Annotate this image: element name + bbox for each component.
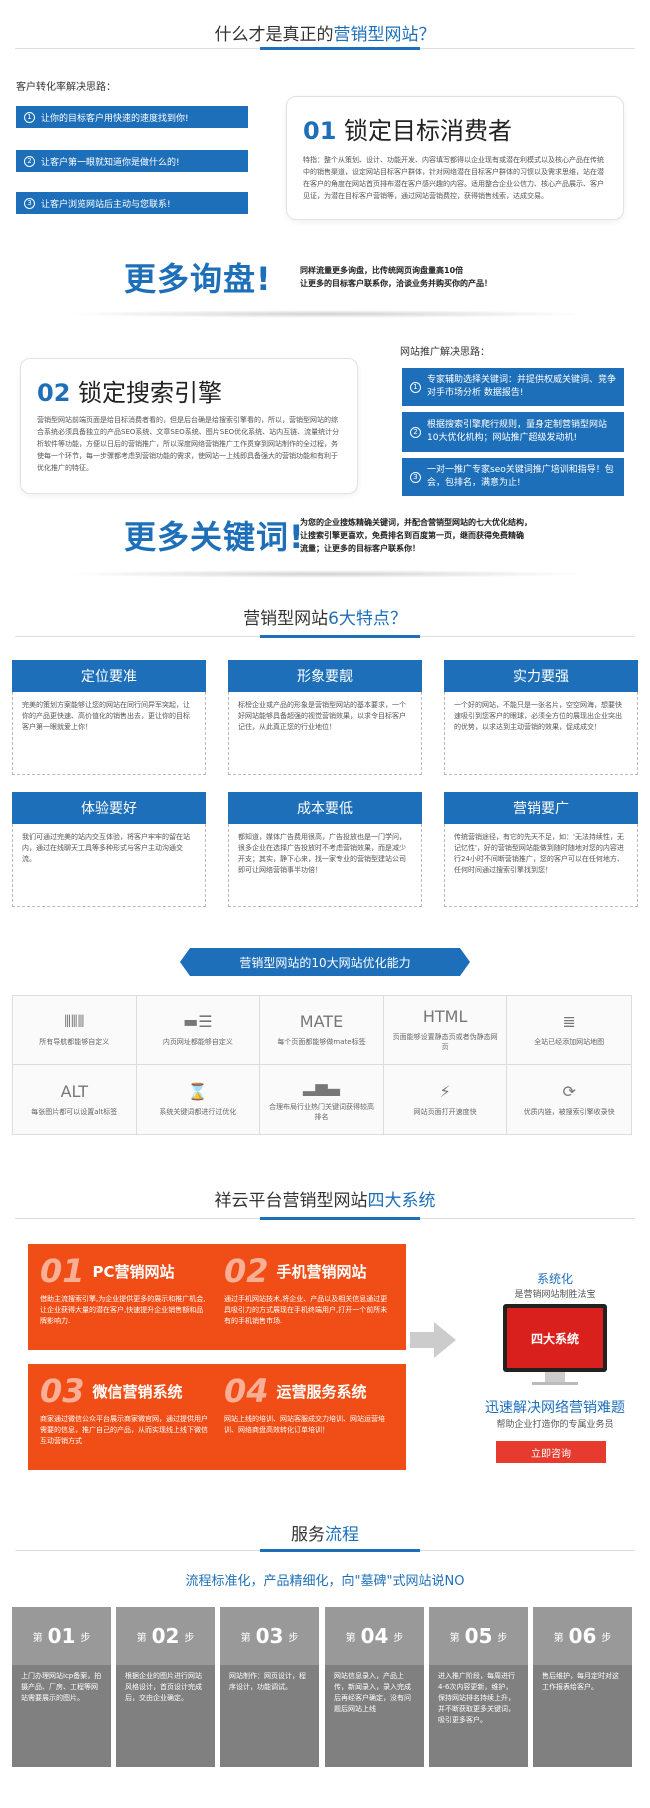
conversion-label: 客户转化率解决思路： (16, 82, 116, 93)
feature-strength: 实力要强 一个好的网站，不能只是一张名片，空空网海，想要快速吸引到您客户的眼球，必… (444, 660, 638, 775)
section-divider (15, 1217, 635, 1220)
promotion-bar-1: 1 专家辅助选择关键词：并提供权威关键词、竞争对手市场分析 数据报告! (402, 368, 624, 406)
feature-cost: 成本要低 都知道，媒体广告费用很高，广告投放也是一门学问，很多企业在选择广告投放时… (228, 792, 422, 907)
step-4: 第 04 步网站信息录入，产品上传，新闻录入，录入完成后再经客户确定，没有问题后网站… (325, 1607, 424, 1767)
more-inquiry-slogan: 更多询盘! (124, 260, 272, 298)
alt-icon: ALT (60, 1081, 89, 1101)
monitor-base (532, 1382, 578, 1385)
sliders-icon: ⫴⫴⫴ (64, 1012, 85, 1031)
system-mobile: 02 手机营销网站 通过手机网站技术,将企业、产品以及相关信息通过更具吸引力的方式展… (212, 1244, 406, 1350)
shadow-divider (60, 570, 590, 578)
system-operation: 04 运营服务系统 网站上线的培训、网站客服成交力培训、网站运营培训、网络商盘高效转… (212, 1364, 406, 1470)
opt-cell: ⟳ 优质内链，被搜索引擎收录快 (523, 1081, 615, 1116)
lightning-icon: ⚡ (439, 1081, 451, 1101)
optimization-ribbon: 营销型网站的10大网站优化能力 (180, 948, 470, 976)
opt-cell: ▬☰ 内页网址都能够自定义 (136, 996, 261, 1065)
section-title-3: 营销型网站6大特点？ (243, 609, 407, 629)
section-title-6: 服务流程 (291, 1525, 359, 1545)
consult-button[interactable]: 立即咨询 (496, 1441, 606, 1463)
list-icon: ▬☰ (183, 1012, 213, 1031)
opt-cell: ⫴⫴⫴ 所有导航都能够自定义 (13, 996, 137, 1065)
step-1: 第 01 步上门办理网站icp备案，拍摄产品、厂房、工程等网站需要展示的图片。 (12, 1607, 111, 1767)
step-3: 第 03 步网站制作：网页设计，程序设计，功能调试。 (220, 1607, 319, 1767)
step-2: 第 02 步根据企业的图片进行网站风格设计，首页设计完成后，交由企业确定。 (116, 1607, 215, 1767)
monitor-stand (545, 1372, 565, 1382)
promotion-bar-3: 3 一对一推广专家seo关键词推广培训和指导！包会，包排名，满意为止! (402, 458, 624, 496)
feature-image: 形象要靓 标榜企业或产品的形象是营销型网站的基本要求，一个好网站能够具备超强的视觉… (228, 660, 422, 775)
html-icon: HTML (422, 1007, 468, 1026)
system-pc: 01 PC营销网站 借助主流搜索引擎,为企业提供更多的展示和推广机会,让企业获得大量… (28, 1244, 222, 1350)
more-inquiry-desc: 同样流量更多询盘，比传统网页询盘量高10倍 让更多的目标客户联系你，洽谈业务并购… (300, 266, 492, 288)
system-wechat: 03 微信营销系统 商家通过微信公众平台展示商家微官网，通过提供用户需要的信息，推广… (28, 1364, 222, 1470)
systemize-title: 系统化 (536, 1272, 573, 1286)
section-divider (15, 1549, 635, 1552)
opt-cell: ▂▅▃ 合理布局行业热门关键词获得较高排名 (260, 1065, 384, 1134)
opt-cell: ALT 每张图片都可以设置alt标签 (13, 1065, 137, 1134)
process-slogan: 流程标准化，产品精细化，向"墓碑"式网站说NO (185, 1574, 465, 1589)
sitemap-icon: ≣ (562, 1012, 576, 1031)
section-divider (15, 47, 635, 50)
shadow-divider (60, 310, 590, 318)
promotion-label: 网站推广解决思路： (400, 347, 490, 358)
promotion-bar-2: 2 根据搜索引擎爬行规则，量身定制营销型网站10大优化机构；网站推广超级发动机! (402, 412, 624, 452)
optimization-grid: ⫴⫴⫴ 所有导航都能够自定义 ▬☰ 内页网址都能够自定义 MATE 每个页面都能够做m… (12, 995, 632, 1135)
conversion-bar-3: 3 让客户浏览网站后主动与您联系! (16, 192, 248, 214)
conversion-bar-2: 2 让客户第一眼就知道你是做什么的! (16, 150, 248, 172)
step-5: 第 05 步进入推广阶段，每周进行4-6次内容更新，维护，保持网站排名持续上升，并不… (429, 1607, 528, 1767)
section-divider (15, 635, 635, 638)
opt-cell: ⚡ 网站页面打开速度快 (384, 1065, 508, 1134)
section-title-5: 祥云平台营销型网站四大系统 (214, 1191, 436, 1211)
card-text: 特指：整个从策划、设计、功能开发、内容填写都得以企业现有或潜在利模式以及核心产品… (303, 156, 604, 200)
systemize-sub: 是营销网站制胜法宝 (514, 1290, 596, 1300)
target-consumer-card: 01 锁定目标消费者 特指：整个从策划、设计、功能开发、内容填写都得以企业现有或… (286, 96, 624, 220)
card-text: 营销型网站前端页面是给目标消费者看的，但是后台确是给搜索引擎看的，所以，营销型网… (37, 416, 340, 472)
mate-icon: MATE (299, 1012, 344, 1031)
refresh-icon: ⟳ (562, 1081, 576, 1101)
conversion-bar-1: 1 让你的目标客户用快速的速度找到你! (16, 106, 248, 128)
solve-sub: 帮助企业打造你的专属业务员 (496, 1420, 614, 1430)
step-6: 第 06 步售后维护，每月定时对这工作报表给客户。 (533, 1607, 632, 1767)
opt-cell: MATE 每个页面都能够做mate标签 (260, 996, 384, 1065)
hourglass-icon: ⌛ (187, 1081, 208, 1101)
card-heading: 02 锁定搜索引擎 (37, 379, 223, 407)
monitor-screen: 四大系统 (507, 1308, 603, 1368)
more-keywords-slogan: 更多关键词! (124, 518, 305, 556)
opt-cell: ⌛ 系统关键词都进行过优化 (137, 1065, 261, 1134)
card-heading: 01 锁定目标消费者 (303, 117, 513, 145)
section-title-1: 什么才是真正的营销型网站？ (214, 25, 436, 45)
feature-reach: 营销要广 传统营销途径，有它的先天不足，如：'无法持续性，无记忆性'，好的营销型网… (444, 792, 638, 907)
feature-positioning: 定位要准 完美的策划方案能够让您的网站在同行间异军突起，让你的产品更快速、高价值化… (12, 660, 206, 775)
opt-cell: HTML 页面能够设置静态页或者伪静态网页 (383, 996, 508, 1065)
monitor-icon: 四大系统 (503, 1304, 607, 1372)
feature-experience: 体验要好 我们可通过完美的站内交互体验，将客户牢牢的留在站内，通过在线聊天工具等多… (12, 792, 206, 907)
podium-icon: ▂▅▃ (303, 1076, 340, 1096)
opt-cell: ≣ 全站已经添加网站地图 (507, 996, 631, 1065)
search-engine-card: 02 锁定搜索引擎 营销型网站前端页面是给目标消费者看的，但是后台确是给搜索引擎… (20, 358, 358, 494)
solve-title: 迅速解决网络营销难题 (485, 1400, 625, 1416)
more-keywords-desc: 为您的企业搜炼精确关键词，并配合营销型网站的七大优化结构， 让搜索引擎更喜欢，免… (300, 518, 532, 553)
